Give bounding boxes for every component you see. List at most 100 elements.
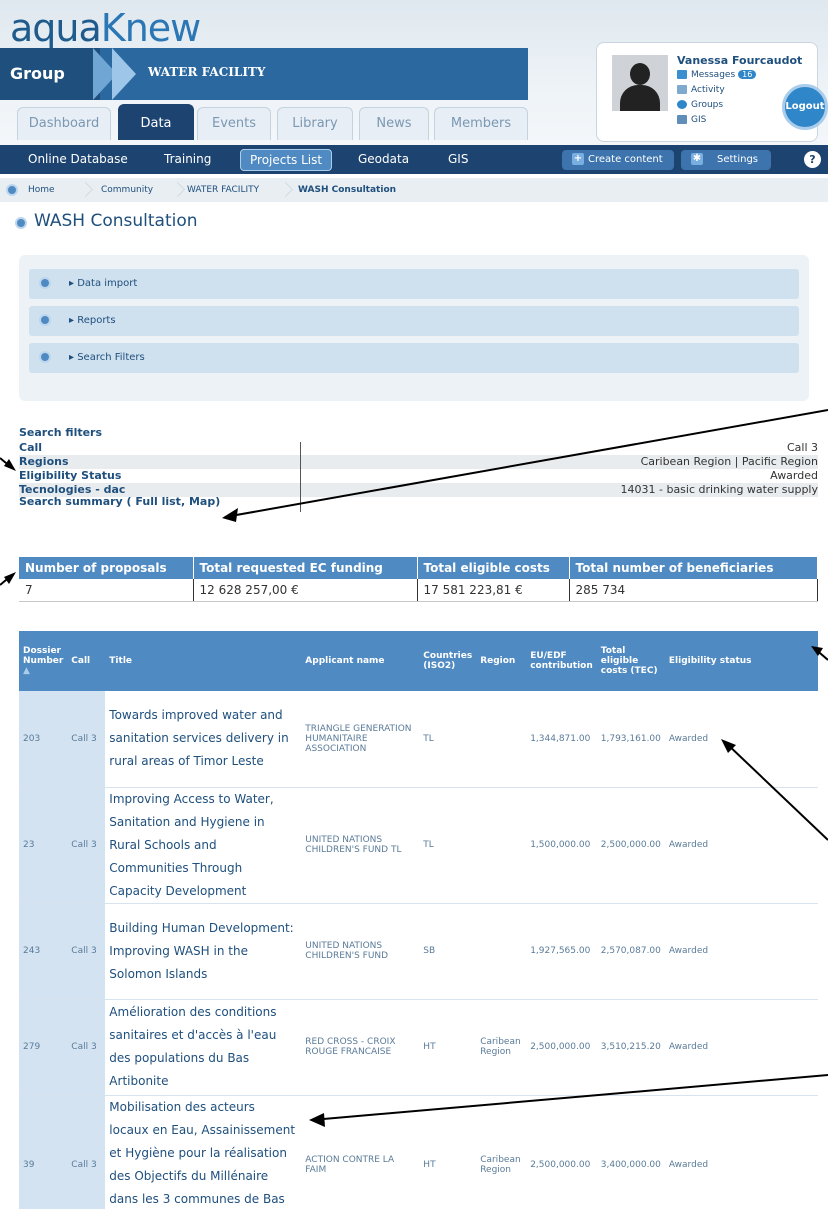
nav-training[interactable]: Training	[164, 145, 211, 174]
summary-value: 7	[19, 579, 194, 602]
settings-button[interactable]: ✱ Settings	[681, 150, 771, 170]
accordion-reports[interactable]: ▸ Reports	[29, 306, 799, 336]
column-header-call[interactable]: Call	[67, 631, 106, 691]
tab-news[interactable]: News	[359, 107, 429, 140]
accordion-icon	[39, 277, 51, 289]
title-cell[interactable]: Improving Access to Water, Sanitation an…	[105, 787, 302, 904]
title-cell[interactable]: Building Human Development: Improving WA…	[105, 903, 302, 1000]
full-list-link[interactable]: Full list	[135, 495, 181, 508]
breadcrumb-home[interactable]: Home	[28, 178, 55, 202]
column-header-region[interactable]: Region	[476, 631, 527, 691]
column-header-dossier[interactable]: Dossier Number ▲	[19, 631, 68, 691]
summary-header: Number of proposals	[19, 557, 194, 579]
dossier-cell: 279	[19, 999, 68, 1096]
groups-link[interactable]: Groups	[677, 100, 723, 110]
filter-row-eligibility: Eligibility Status Awarded	[19, 469, 818, 482]
table-row[interactable]: 279 Call 3 Amélioration des conditions san…	[19, 999, 818, 1096]
aquaknow-logo[interactable]: aquaKnew	[10, 6, 201, 50]
column-header-eu-contribution[interactable]: EU/EDF contribution	[526, 631, 597, 691]
call-cell: Call 3	[67, 1095, 106, 1209]
table-row[interactable]: 39 Call 3 Mobilisation des acteurs locaux …	[19, 1095, 818, 1209]
eu-contribution-cell: 2,500,000.00	[526, 999, 597, 1096]
title-cell[interactable]: Amélioration des conditions sanitaires e…	[105, 999, 302, 1096]
column-header-title[interactable]: Title	[105, 631, 302, 691]
status-cell: Awarded	[664, 999, 818, 1096]
dossier-cell: 23	[19, 787, 68, 904]
region-cell	[476, 691, 527, 788]
title-cell[interactable]: Mobilisation des acteurs locaux en Eau, …	[105, 1095, 302, 1209]
filter-divider	[300, 442, 301, 512]
eu-contribution-cell: 1,500,000.00	[526, 787, 597, 904]
arrowhead-icon	[4, 572, 16, 584]
table-row[interactable]: 243 Call 3 Building Human Development: Imp…	[19, 903, 818, 1000]
dossier-cell: 243	[19, 903, 68, 1000]
country-cell: HT	[419, 1095, 477, 1209]
messages-link[interactable]: Messages 16	[677, 70, 757, 80]
tec-cell: 2,500,000.00	[596, 787, 665, 904]
eu-contribution-cell: 2,500,000.00	[526, 1095, 597, 1209]
status-cell: Awarded	[664, 1095, 818, 1209]
column-header-applicant[interactable]: Applicant name	[301, 631, 420, 691]
accordion-search-filters[interactable]: ▸ Search Filters	[29, 343, 799, 373]
status-cell: Awarded	[664, 903, 818, 1000]
search-summary: Search summary ( Full list, Map)	[19, 495, 221, 508]
group-name[interactable]: WATER FACILITY	[148, 48, 265, 100]
page-title: WASH Consultation	[34, 211, 198, 231]
nav-gis[interactable]: GIS	[448, 145, 468, 174]
tab-members[interactable]: Members	[434, 107, 528, 140]
gis-link[interactable]: GIS	[677, 115, 706, 125]
annotation-arrow	[0, 457, 13, 469]
plus-icon: +	[572, 153, 584, 165]
arrowhead-icon	[222, 508, 238, 522]
accordion-icon	[39, 314, 51, 326]
summary-value: 285 734	[569, 579, 818, 602]
tec-cell: 3,510,215.20	[596, 999, 665, 1096]
title-cell[interactable]: Towards improved water and sanitation se…	[105, 691, 302, 788]
breadcrumb-community[interactable]: Community	[101, 178, 153, 202]
table-row[interactable]: 203 Call 3 Towards improved water and sani…	[19, 691, 818, 788]
map-icon	[677, 115, 687, 124]
summary-header: Total requested EC funding	[193, 557, 418, 579]
country-cell: TL	[419, 787, 477, 904]
logout-button[interactable]: Logout	[782, 84, 828, 130]
summary-header: Total number of beneficiaries	[569, 557, 818, 579]
eu-contribution-cell: 1,927,565.00	[526, 903, 597, 1000]
projects-table: Dossier Number ▲ Call Title Applicant nam…	[19, 631, 818, 1209]
region-cell	[476, 903, 527, 1000]
breadcrumb-separator	[78, 178, 88, 202]
call-cell: Call 3	[67, 787, 106, 904]
eu-contribution-cell: 1,344,871.00	[526, 691, 597, 788]
applicant-cell: UNITED NATIONS CHILDREN'S FUND	[301, 903, 420, 1000]
tab-library[interactable]: Library	[277, 107, 353, 140]
tab-dashboard[interactable]: Dashboard	[17, 107, 111, 140]
arrowhead-icon	[4, 459, 16, 471]
activity-link[interactable]: Activity	[677, 85, 725, 95]
create-content-button[interactable]: + Create content	[562, 150, 674, 170]
country-cell: SB	[419, 903, 477, 1000]
call-cell: Call 3	[67, 903, 106, 1000]
tab-events[interactable]: Events	[197, 107, 271, 140]
call-cell: Call 3	[67, 999, 106, 1096]
dossier-cell: 39	[19, 1095, 68, 1209]
gear-icon: ✱	[691, 153, 703, 165]
tab-data[interactable]: Data	[118, 104, 194, 140]
table-row[interactable]: 23 Call 3 Improving Access to Water, Sanit…	[19, 787, 818, 904]
column-header-tec[interactable]: Total eligible costs (TEC)	[596, 631, 665, 691]
accordion-icon	[39, 351, 51, 363]
nav-geodata[interactable]: Geodata	[358, 145, 409, 174]
avatar[interactable]	[612, 55, 668, 111]
help-icon[interactable]: ?	[804, 151, 821, 168]
column-header-countries[interactable]: Countries (ISO2)	[419, 631, 477, 691]
activity-icon	[677, 85, 687, 94]
envelope-icon	[677, 70, 687, 79]
nav-online-database[interactable]: Online Database	[28, 145, 128, 174]
breadcrumb-water-facility[interactable]: WATER FACILITY	[187, 178, 259, 202]
map-link[interactable]: Map	[189, 495, 215, 508]
column-header-eligibility[interactable]: Eligibility status	[664, 631, 818, 691]
user-name[interactable]: Vanessa Fourcaudot	[677, 54, 802, 67]
group-label: Group	[0, 48, 100, 100]
summary-value: 12 628 257,00 €	[193, 579, 418, 602]
nav-projects-list[interactable]: Projects List	[240, 149, 333, 171]
accordion-data-import[interactable]: ▸ Data import	[29, 269, 799, 299]
region-cell: Caribean Region	[476, 999, 527, 1096]
